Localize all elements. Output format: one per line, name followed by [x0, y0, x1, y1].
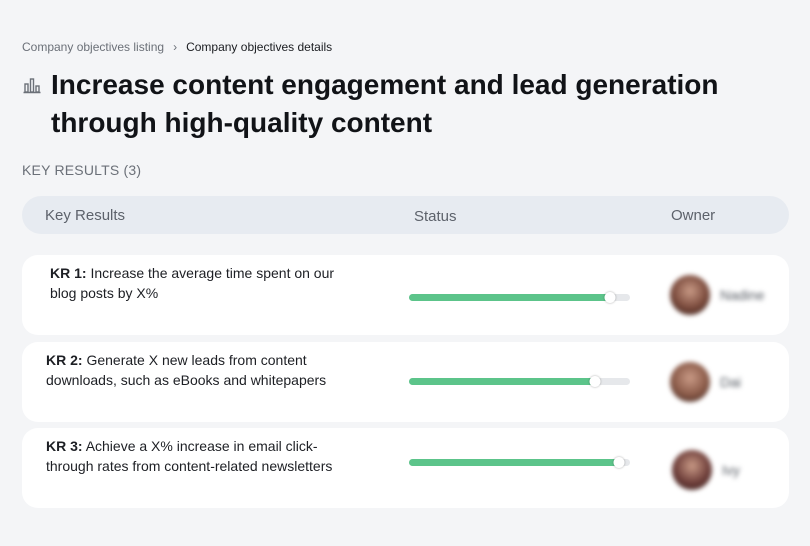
key-result-label: KR 2:	[46, 352, 83, 368]
progress-bar	[409, 457, 630, 468]
progress-fill	[409, 378, 595, 385]
key-result-label: KR 1:	[50, 265, 87, 281]
chart-bars-icon	[23, 78, 41, 94]
column-header-key-results: Key Results	[45, 207, 126, 224]
progress-handle	[613, 457, 625, 468]
owner-name: Ivy	[722, 462, 740, 478]
key-result-row[interactable]: KR 2: Generate X new leads from content …	[22, 342, 789, 422]
avatar	[672, 450, 712, 490]
breadcrumb-separator: ›	[173, 40, 178, 54]
page-title: Increase content engagement and lead gen…	[51, 69, 719, 138]
progress-bar	[409, 292, 630, 303]
key-result-row[interactable]: KR 1: Increase the average time spent on…	[22, 255, 789, 335]
progress-handle	[604, 292, 616, 303]
key-result-text: KR 2: Generate X new leads from content …	[46, 350, 356, 390]
table-header: Key Results Status Owner	[22, 196, 789, 234]
column-header-status: Status	[414, 208, 457, 225]
progress-fill	[409, 459, 619, 466]
key-results-count-label: KEY RESULTS (3)	[22, 162, 142, 178]
breadcrumb-link-objectives-listing[interactable]: Company objectives listing	[22, 40, 164, 54]
breadcrumb: Company objectives listing › Company obj…	[22, 40, 332, 54]
progress-fill	[409, 294, 611, 301]
avatar	[670, 362, 710, 402]
key-result-text: KR 3: Achieve a X% increase in email cli…	[46, 436, 356, 476]
owner-name: Nadine	[720, 287, 765, 303]
avatar	[670, 275, 710, 315]
key-result-description: Generate X new leads from content downlo…	[46, 352, 327, 388]
progress-handle	[589, 376, 601, 387]
progress-bar	[409, 376, 630, 387]
page-header: Increase content engagement and lead gen…	[22, 66, 731, 142]
key-result-description: Increase the average time spent on our b…	[50, 265, 335, 301]
key-result-text: KR 1: Increase the average time spent on…	[50, 263, 360, 303]
key-result-description: Achieve a X% increase in email click-thr…	[46, 438, 333, 474]
column-header-owner: Owner	[671, 207, 716, 224]
owner-name: Dai	[720, 374, 742, 390]
key-result-row[interactable]: KR 3: Achieve a X% increase in email cli…	[22, 428, 789, 508]
key-result-label: KR 3:	[46, 438, 83, 454]
breadcrumb-current: Company objectives details	[186, 40, 333, 54]
